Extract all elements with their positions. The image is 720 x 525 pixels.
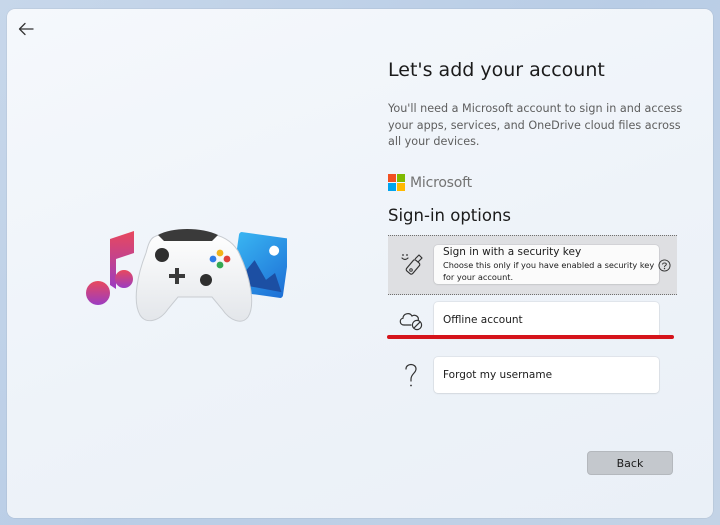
offline-account-card[interactable]: Offline account bbox=[434, 302, 659, 338]
microsoft-logo-icon bbox=[388, 174, 405, 191]
music-note-icon bbox=[86, 231, 134, 305]
oobe-window: Let's add your account You'll need a Mic… bbox=[7, 9, 713, 518]
back-arrow-icon[interactable] bbox=[16, 19, 36, 39]
option-label: Sign in with a security key bbox=[443, 246, 582, 258]
game-controller-icon bbox=[135, 229, 253, 322]
microsoft-wordmark: Microsoft bbox=[410, 174, 472, 191]
help-icon[interactable] bbox=[658, 259, 671, 272]
question-mark-icon bbox=[388, 355, 434, 395]
forgot-username-card[interactable]: Forgot my username bbox=[434, 357, 659, 393]
security-key-icon bbox=[388, 245, 434, 285]
hero-illustration bbox=[86, 229, 287, 322]
microsoft-logo: Microsoft bbox=[388, 174, 472, 191]
page-title: Let's add your account bbox=[388, 59, 605, 81]
highlight-underline bbox=[387, 335, 674, 339]
option-label: Offline account bbox=[443, 314, 523, 326]
back-button[interactable]: Back bbox=[587, 451, 673, 475]
option-hint: Choose this only if you have enabled a s… bbox=[443, 260, 655, 282]
option-offline-account[interactable]: Offline account bbox=[388, 302, 677, 338]
right-panel: Let's add your account You'll need a Mic… bbox=[388, 9, 688, 518]
option-forgot-username[interactable]: Forgot my username bbox=[388, 357, 677, 393]
cloud-offline-icon bbox=[388, 300, 434, 340]
option-label: Forgot my username bbox=[443, 369, 553, 381]
page-description: You'll need a Microsoft account to sign … bbox=[388, 102, 683, 148]
signin-options-heading: Sign-in options bbox=[388, 206, 512, 225]
security-key-card[interactable]: Sign in with a security key Choose this … bbox=[434, 245, 659, 284]
option-security-key[interactable]: Sign in with a security key Choose this … bbox=[388, 235, 677, 295]
